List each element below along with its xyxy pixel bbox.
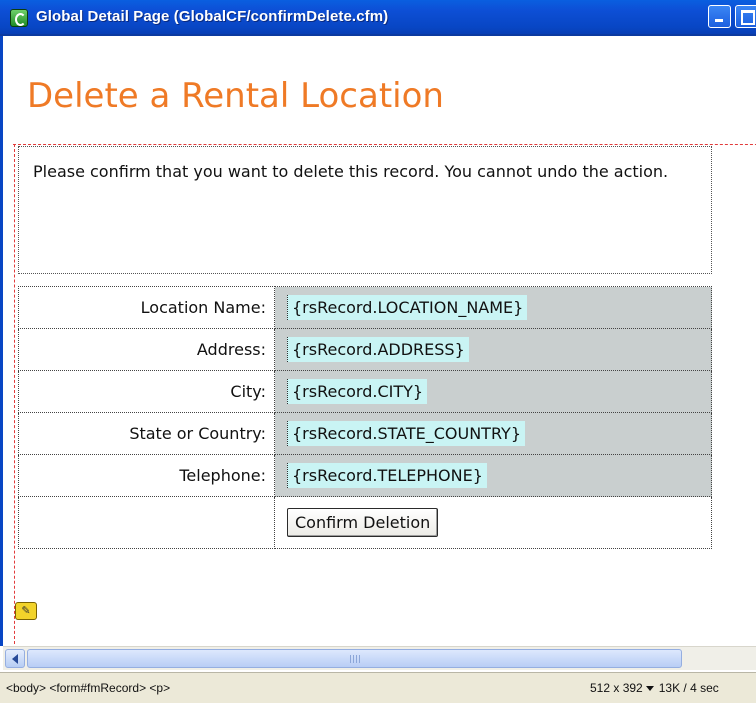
field-value-cell: {rsRecord.CITY}: [274, 370, 712, 413]
table-row: Location Name: {rsRecord.LOCATION_NAME}: [18, 286, 712, 329]
dynamic-text-address[interactable]: {rsRecord.ADDRESS}: [287, 337, 469, 362]
invisible-element-marker-icon[interactable]: ✎: [15, 602, 37, 620]
table-row: Confirm Deletion: [18, 496, 712, 549]
table-row: Address: {rsRecord.ADDRESS}: [18, 328, 712, 371]
tag-selector[interactable]: <body> <form#fmRecord> <p>: [6, 681, 170, 695]
scrollbar-thumb[interactable]: [27, 649, 682, 668]
minimize-button[interactable]: [708, 5, 731, 28]
table-row: City: {rsRecord.CITY}: [18, 370, 712, 413]
field-label: Location Name:: [18, 286, 275, 329]
editable-region-border-top: [13, 144, 756, 145]
maximize-button[interactable]: [735, 5, 756, 28]
page-title: Delete a Rental Location: [27, 76, 444, 116]
field-value-cell: {rsRecord.TELEPHONE}: [274, 454, 712, 497]
empty-cell: [18, 496, 275, 549]
confirm-message-box: Please confirm that you want to delete t…: [18, 146, 712, 274]
horizontal-scrollbar[interactable]: [3, 646, 756, 670]
table-row: State or Country: {rsRecord.STATE_COUNTR…: [18, 412, 712, 455]
button-cell: Confirm Deletion: [274, 496, 712, 549]
field-label: Address:: [18, 328, 275, 371]
table-row: Telephone: {rsRecord.TELEPHONE}: [18, 454, 712, 497]
app-icon[interactable]: [10, 9, 28, 27]
scrollbar-grip-icon: [350, 655, 360, 663]
dynamic-text-location-name[interactable]: {rsRecord.LOCATION_NAME}: [287, 295, 528, 320]
scroll-left-button[interactable]: [5, 649, 25, 668]
record-form-table: Location Name: {rsRecord.LOCATION_NAME} …: [18, 286, 712, 549]
status-info: 512 x 392 13K / 4 sec: [590, 681, 719, 695]
field-value-cell: {rsRecord.ADDRESS}: [274, 328, 712, 371]
document-area: Delete a Rental Location Please confirm …: [3, 36, 756, 646]
window-title: Global Detail Page (GlobalCF/confirmDele…: [36, 8, 389, 25]
confirm-message: Please confirm that you want to delete t…: [33, 162, 669, 181]
field-value-cell: {rsRecord.LOCATION_NAME}: [274, 286, 712, 329]
confirm-deletion-button[interactable]: Confirm Deletion: [287, 508, 439, 537]
dynamic-text-telephone[interactable]: {rsRecord.TELEPHONE}: [287, 463, 487, 488]
field-label: State or Country:: [18, 412, 275, 455]
chevron-down-icon[interactable]: [645, 686, 654, 692]
dynamic-text-city[interactable]: {rsRecord.CITY}: [287, 379, 428, 404]
download-stats: 13K / 4 sec: [658, 681, 719, 695]
status-bar: <body> <form#fmRecord> <p> 512 x 392 13K …: [0, 672, 756, 703]
field-label: City:: [18, 370, 275, 413]
window-titlebar: Global Detail Page (GlobalCF/confirmDele…: [0, 0, 756, 36]
editable-region-border-left: [14, 144, 15, 646]
field-value-cell: {rsRecord.STATE_COUNTRY}: [274, 412, 712, 455]
dynamic-text-state-country[interactable]: {rsRecord.STATE_COUNTRY}: [287, 421, 525, 446]
field-label: Telephone:: [18, 454, 275, 497]
window-size-readout[interactable]: 512 x 392: [590, 681, 643, 695]
